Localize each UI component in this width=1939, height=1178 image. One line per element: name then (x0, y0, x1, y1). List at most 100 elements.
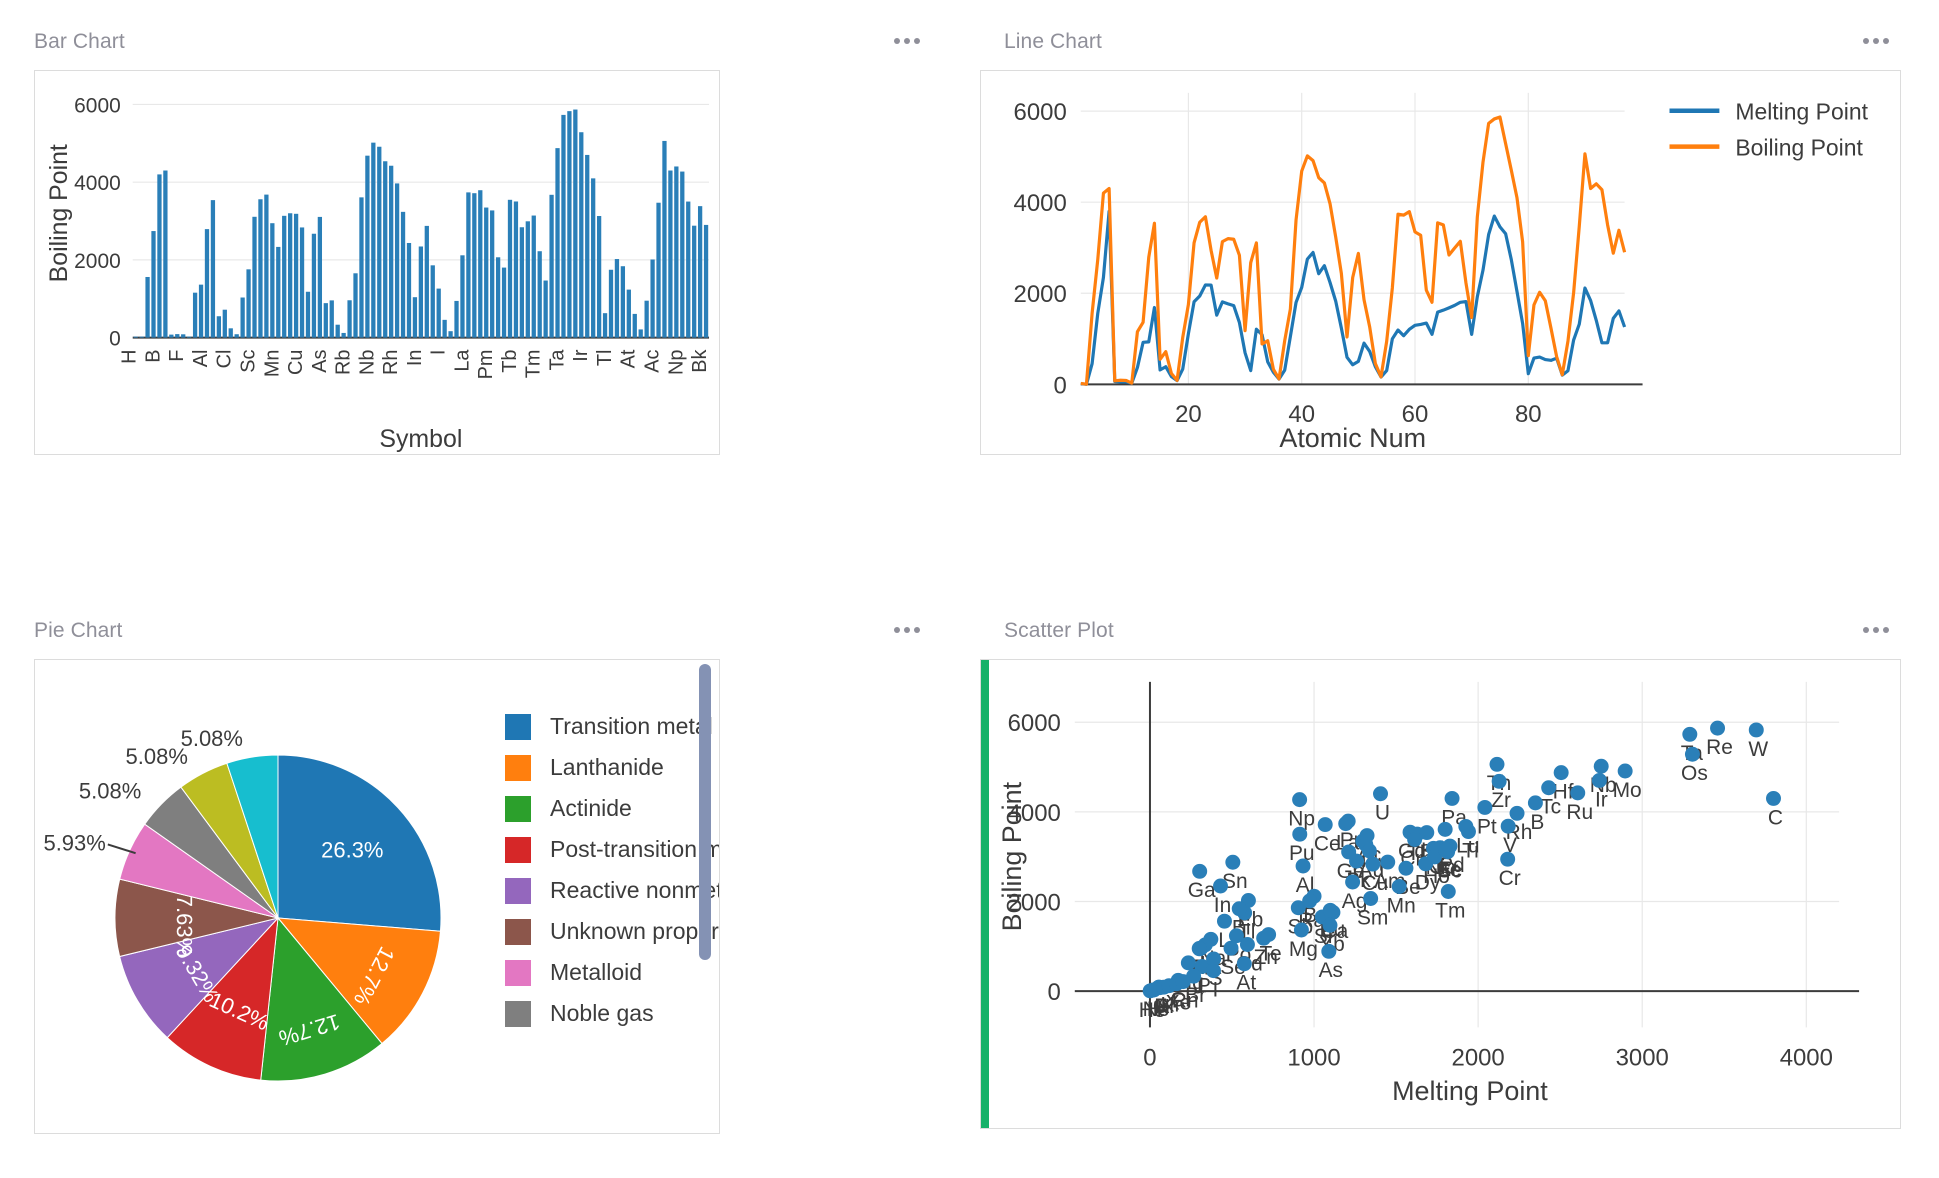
legend-item[interactable]: Post-transition metal (505, 829, 719, 870)
svg-text:H: H (119, 350, 141, 364)
panel-title-line: Line Chart (1004, 29, 1102, 53)
svg-text:80: 80 (1515, 401, 1542, 428)
ellipsis-icon[interactable] (1857, 621, 1895, 639)
svg-text:Pt: Pt (1477, 815, 1497, 838)
legend-label: Metalloid (550, 959, 643, 985)
svg-text:La: La (451, 349, 473, 372)
scatter-plot-svg[interactable]: 02000400060000 1000 2000 3000 4000HHeLiBeB CN… (981, 660, 1900, 1128)
svg-text:Re: Re (1706, 736, 1733, 759)
legend-item[interactable]: Actinide (505, 788, 719, 829)
panel-scatter-plot: Scatter Plot 0 2000 4000 6000 0 1000 2000 3000 4… (970, 589, 1939, 1178)
legend-item[interactable]: Alkali metal (505, 1034, 719, 1036)
svg-text:B: B (142, 350, 164, 363)
panel-line-chart: Line Chart 0 2000 4000 6000 20 40 60 80 Melting … (970, 0, 1939, 589)
pie-chart-svg[interactable]: 26.3%12.7%12.7%10.2%9.32%7.63%5.93%5.08%… (35, 660, 505, 1133)
svg-text:Mn: Mn (1387, 894, 1416, 917)
svg-text:2000: 2000 (1014, 281, 1067, 308)
svg-text:Rb: Rb (333, 350, 355, 375)
legend-item[interactable]: Metalloid (505, 952, 719, 993)
panel-header-scatter: Scatter Plot (970, 589, 1939, 649)
svg-text:Er: Er (1437, 858, 1458, 881)
legend-swatch (505, 918, 531, 945)
legend-swatch (505, 713, 531, 740)
svg-text:Ta: Ta (546, 349, 568, 371)
svg-text:20: 20 (1175, 401, 1202, 428)
svg-text:In: In (1214, 894, 1231, 917)
svg-text:C: C (1768, 806, 1783, 829)
svg-text:I: I (428, 350, 450, 356)
svg-text:Sc: Sc (238, 350, 260, 373)
svg-text:Rh: Rh (380, 350, 402, 375)
legend-label: Actinide (550, 795, 632, 821)
svg-text:6000: 6000 (1014, 99, 1067, 126)
svg-text:Mo: Mo (1613, 779, 1642, 802)
svg-text:Te: Te (1260, 942, 1282, 965)
svg-text:Sm: Sm (1357, 906, 1388, 929)
svg-text:Os: Os (1681, 762, 1708, 785)
legend-swatch (505, 836, 531, 863)
panel-title-pie: Pie Chart (34, 618, 123, 642)
legend-swatch (505, 877, 531, 904)
svg-text:5.08%: 5.08% (181, 726, 243, 751)
svg-text:Tm: Tm (1435, 899, 1465, 922)
legend-swatch (505, 1000, 531, 1027)
svg-text:26.3%: 26.3% (321, 838, 383, 863)
svg-text:3000: 3000 (1616, 1044, 1669, 1071)
svg-text:As: As (309, 350, 331, 373)
svg-text:7.63%: 7.63% (172, 895, 197, 957)
svg-text:1000: 1000 (1287, 1044, 1340, 1071)
panel-title-bar: Bar Chart (34, 29, 125, 53)
legend-label: Transition metal (550, 713, 713, 739)
svg-text:At: At (1236, 972, 1256, 995)
legend-item[interactable]: Lanthanide (505, 747, 719, 788)
legend-item[interactable]: Transition metal (505, 706, 719, 747)
svg-text:Ce: Ce (1314, 832, 1341, 855)
bar-chart-svg[interactable]: 0 2000 4000 6000 H B F Al Cl Sc Mn Cu As Rb Nb Rh In I La P… (35, 71, 719, 454)
legend-label: Post-transition metal (550, 836, 719, 862)
svg-text:Melting Point: Melting Point (1735, 99, 1868, 125)
svg-text:Rn: Rn (1172, 990, 1199, 1013)
svg-text:6000: 6000 (74, 94, 121, 117)
svg-text:Np: Np (665, 350, 687, 375)
legend-item[interactable]: Reactive nonmetal (505, 870, 719, 911)
ellipsis-icon[interactable] (888, 32, 926, 50)
svg-text:Cl: Cl (214, 350, 236, 369)
svg-text:U: U (1375, 802, 1390, 825)
legend-label: Noble gas (550, 1000, 654, 1026)
panel-title-scatter: Scatter Plot (1004, 618, 1114, 642)
svg-text:6000: 6000 (1008, 710, 1061, 737)
svg-text:Boiling Point: Boiling Point (1735, 135, 1863, 161)
dashboard-grid: Bar Chart 0 2000 4000 6000 H B F Al Cl Sc Mn Cu As Rb… (0, 0, 1939, 1178)
svg-text:Ir: Ir (570, 349, 592, 362)
legend-scrollbar[interactable] (699, 664, 711, 960)
svg-text:Atomic Num: Atomic Num (1279, 423, 1426, 453)
svg-text:5.08%: 5.08% (79, 779, 141, 804)
ellipsis-icon[interactable] (1857, 32, 1895, 50)
svg-text:0: 0 (1048, 979, 1061, 1006)
svg-text:2000: 2000 (74, 250, 121, 273)
panel-header-line: Line Chart (970, 0, 1939, 60)
svg-text:Boiling Point: Boiling Point (997, 781, 1027, 931)
svg-text:Ac: Ac (642, 350, 664, 373)
svg-text:Ga: Ga (1188, 879, 1216, 902)
legend-label: Lanthanide (550, 754, 664, 780)
ellipsis-icon[interactable] (888, 621, 926, 639)
svg-text:4000: 4000 (74, 172, 121, 195)
pie-chart-legend[interactable]: Transition metal Lanthanide Actinide Post-t… (505, 706, 719, 1036)
line-chart-frame: 0 2000 4000 6000 20 40 60 80 Melting Point Boilin… (980, 70, 1901, 455)
svg-text:0: 0 (1143, 1044, 1156, 1071)
line-chart-svg[interactable]: 020004000600020 40 60 80Melting PointBoilin… (981, 71, 1900, 454)
svg-text:Melting Point: Melting Point (1392, 1076, 1548, 1106)
legend-item[interactable]: Unknown properties (505, 911, 719, 952)
panel-pie-chart: Pie Chart 26.3% 12.7% 12.7% 10.2% 9.32% 7.63%… (0, 589, 970, 1178)
svg-text:W: W (1748, 738, 1768, 761)
legend-label: Unknown properties (550, 918, 719, 944)
scatter-chart-frame: 0 2000 4000 6000 0 1000 2000 3000 4000 H He Li Be B C N… (980, 659, 1901, 1129)
svg-text:I: I (1213, 979, 1219, 1002)
svg-text:Tl: Tl (594, 350, 616, 367)
panel-accent-bar (981, 660, 989, 1128)
panel-header-pie: Pie Chart (0, 589, 970, 649)
svg-text:5.93%: 5.93% (43, 830, 105, 855)
legend-item[interactable]: Noble gas (505, 993, 719, 1034)
legend-swatch (505, 754, 531, 781)
